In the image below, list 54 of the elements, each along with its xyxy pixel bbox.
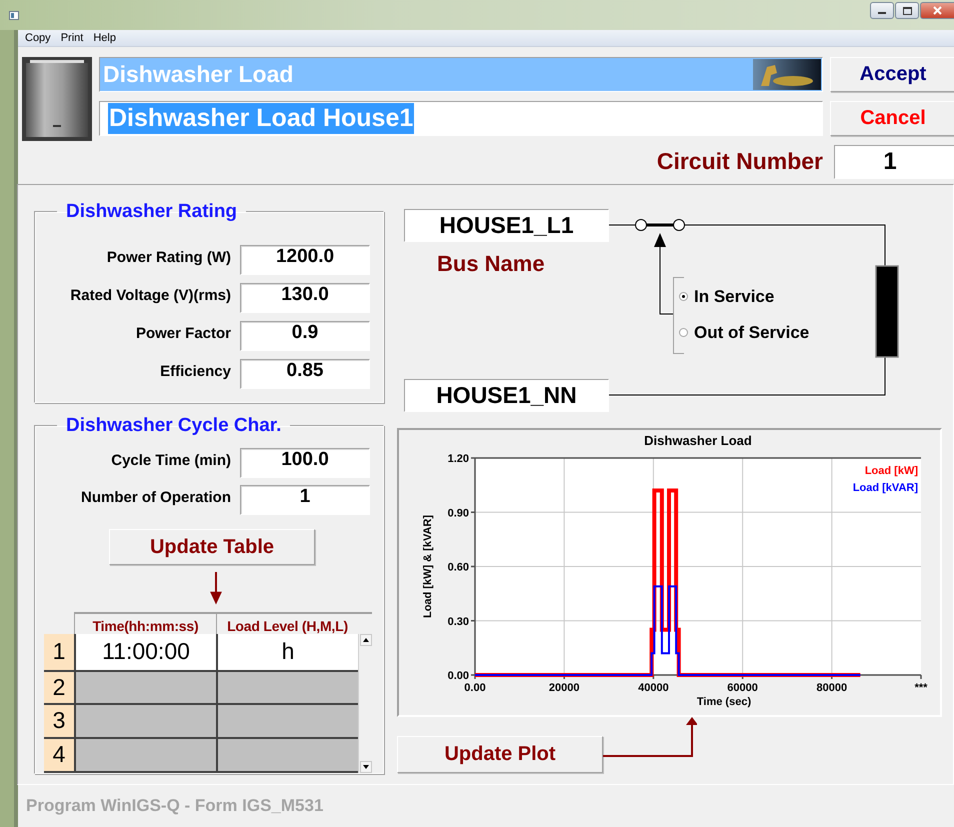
value-field[interactable]: 130.0 bbox=[240, 282, 370, 313]
x-tick-label: *** bbox=[914, 682, 928, 694]
accept-button[interactable]: Accept bbox=[830, 56, 954, 92]
y-tick-label: 0.30 bbox=[448, 616, 469, 628]
x-tick-label: 40000 bbox=[638, 682, 669, 694]
menu-item[interactable]: Help bbox=[88, 32, 121, 44]
update-plot-button[interactable]: Update Plot bbox=[397, 736, 603, 773]
form-title: Dishwasher Load bbox=[103, 60, 294, 88]
field-label: Cycle Time (min) bbox=[110, 452, 231, 470]
value-field[interactable]: 1 bbox=[240, 484, 370, 515]
field-label: Power Rating (W) bbox=[106, 249, 231, 266]
status-text: Program WinIGS-Q - Form IGS_M531 bbox=[25, 795, 324, 818]
table-cell: 11:00:00 bbox=[74, 634, 216, 672]
update-table-button[interactable]: Update Table bbox=[109, 528, 315, 566]
bus-field[interactable]: HOUSE1_NN bbox=[404, 378, 609, 412]
x-tick-label: 0.00 bbox=[464, 682, 486, 694]
radio-label[interactable]: Out of Service bbox=[694, 322, 810, 343]
x-tick-label: 80000 bbox=[816, 682, 848, 694]
y-tick-label: 1.20 bbox=[448, 452, 469, 465]
y-tick-label: 0.00 bbox=[448, 670, 469, 682]
value-field[interactable]: 1 bbox=[834, 144, 954, 179]
menu-item[interactable]: Print bbox=[56, 32, 88, 44]
row-number: 4 bbox=[44, 738, 74, 773]
x-tick-label: 60000 bbox=[727, 682, 758, 694]
value-field[interactable]: 100.0 bbox=[240, 448, 370, 478]
cancel-button[interactable]: Cancel bbox=[830, 100, 954, 136]
radio-label[interactable]: In Service bbox=[694, 286, 774, 307]
x-axis-title: Time (sec) bbox=[696, 696, 752, 708]
y-tick-label: 0.90 bbox=[448, 507, 469, 520]
row-number: 3 bbox=[44, 704, 74, 739]
bus-field[interactable]: HOUSE1_L1 bbox=[404, 208, 609, 242]
x-tick-label: 20000 bbox=[548, 682, 580, 694]
legend-label: Load [kW] bbox=[864, 464, 918, 477]
field-label: Bus Name bbox=[437, 250, 545, 277]
column-header: Load Level (H,M,L) bbox=[216, 612, 358, 634]
y-axis-title: Load [kW] & [kVAR] bbox=[422, 514, 434, 618]
row-number: 1 bbox=[44, 634, 74, 672]
field-label: Power Factor bbox=[134, 325, 231, 342]
table-cell: h bbox=[216, 634, 358, 672]
field-label: Circuit Number bbox=[656, 148, 823, 176]
row-number: 2 bbox=[44, 672, 74, 705]
menu-item[interactable]: Copy bbox=[20, 32, 56, 44]
chart-title: Dishwasher Load bbox=[644, 432, 752, 448]
legend-label: Load [kVAR] bbox=[852, 482, 918, 494]
value-field[interactable]: 1200.0 bbox=[240, 244, 370, 275]
value-field[interactable]: 0.9 bbox=[240, 320, 370, 351]
field-label: Efficiency bbox=[159, 363, 231, 380]
column-header: Time(hh:mm:ss) bbox=[74, 612, 216, 634]
field-label: Rated Voltage (V)(rms) bbox=[69, 287, 231, 304]
group-title: Dishwasher Cycle Char. bbox=[65, 414, 282, 437]
value-field[interactable]: 0.85 bbox=[240, 358, 370, 389]
group-title: Dishwasher Rating bbox=[65, 200, 238, 223]
field-label: Number of Operation bbox=[80, 489, 231, 506]
y-tick-label: 0.60 bbox=[448, 561, 469, 574]
